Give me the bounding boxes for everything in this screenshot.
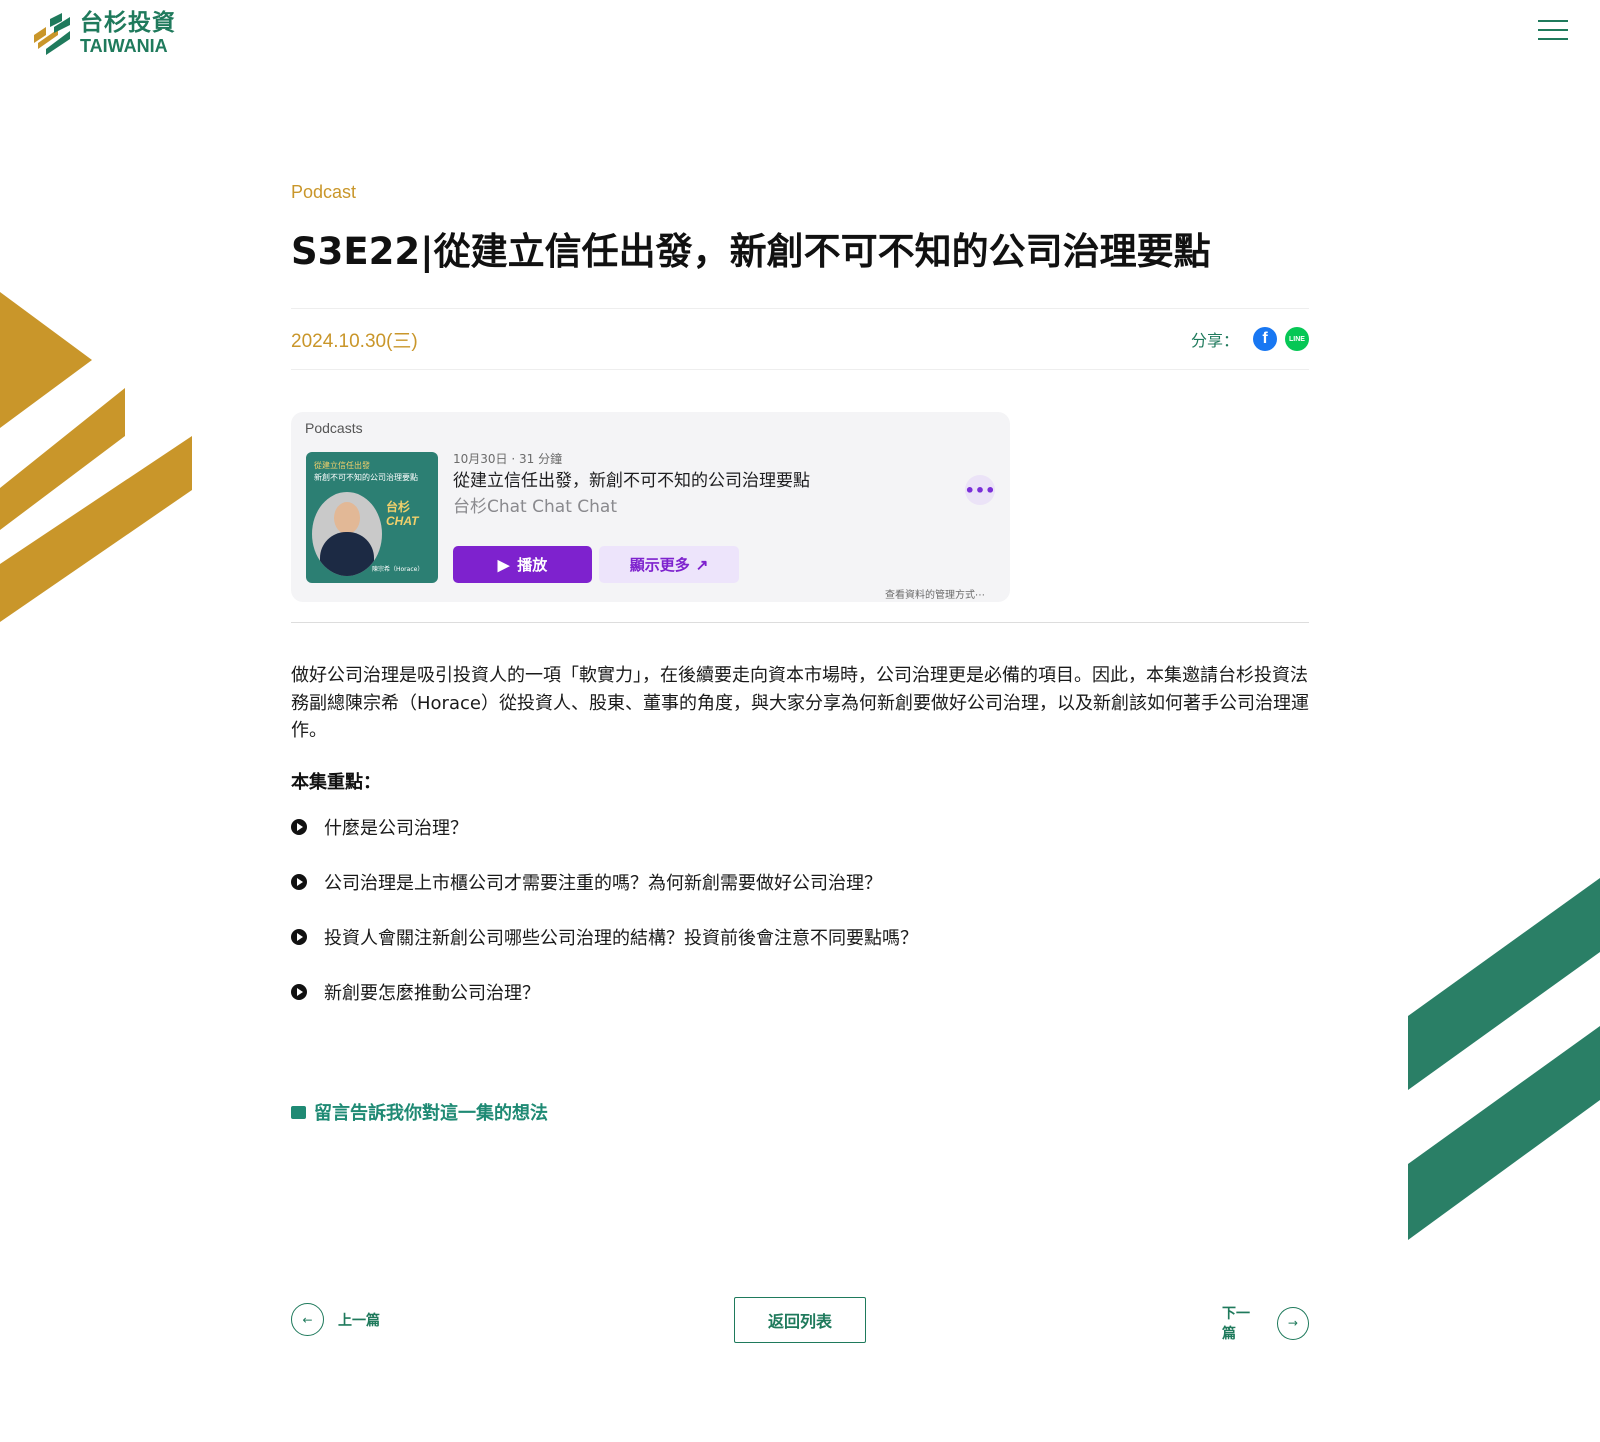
back-to-list-button[interactable]: 返回列表 (734, 1297, 866, 1343)
episode-meta: 10月30日 · 31 分鐘 (453, 452, 563, 466)
external-arrow-icon: ↗ (695, 556, 709, 574)
logo-english-name: TAIWANIA (80, 36, 168, 56)
more-options-icon[interactable]: ••• (965, 475, 995, 505)
article-meta-bar: 2024.10.30(三) 分享： f LINE (291, 308, 1309, 370)
show-more-button[interactable]: 顯示更多 ↗ (599, 546, 739, 583)
episode-cover-art[interactable]: 從建立信任出發 新創不可不知的公司治理要點 台杉 CHAT 陳宗希（Horace… (306, 452, 438, 583)
episode-title[interactable]: 從建立信任出發，新創不可不知的公司治理要點 (453, 466, 810, 491)
podcast-embed: Podcasts 從建立信任出發 新創不可不知的公司治理要點 台杉 CHAT 陳… (291, 412, 1010, 602)
data-management-link[interactable]: 查看資料的管理方式⋯ (885, 586, 985, 601)
play-bullet-icon (291, 984, 307, 1000)
divider (291, 622, 1309, 623)
comment-link[interactable]: 留言告訴我你對這一集的想法 (291, 1099, 548, 1125)
logo-chinese-name: 台杉投資 (80, 10, 176, 36)
publish-date: 2024.10.30(三) (291, 330, 418, 352)
arrow-right-icon: → (1276, 1306, 1309, 1340)
play-bullet-icon (291, 819, 307, 835)
list-item: 公司治理是上市櫃公司才需要注重的嗎？為何新創需要做好公司治理？ (291, 870, 918, 894)
article-category[interactable]: Podcast (291, 182, 356, 203)
page-title: S3E22|從建立信任出發，新創不可不知的公司治理要點 (291, 230, 1211, 273)
play-bullet-icon (291, 874, 307, 890)
apple-podcasts-brand[interactable]: Podcasts (305, 420, 363, 436)
prev-article-link[interactable]: ← 上一篇 (291, 1303, 380, 1336)
decorative-stripes-left (0, 292, 192, 622)
share-bar: 分享： f LINE (1191, 327, 1309, 351)
comment-icon (291, 1100, 306, 1119)
highlights-heading: 本集重點： (291, 772, 381, 793)
show-name[interactable]: 台杉Chat Chat Chat (453, 492, 617, 517)
line-share-icon[interactable]: LINE (1285, 327, 1309, 351)
highlights-list: 什麼是公司治理？ 公司治理是上市櫃公司才需要注重的嗎？為何新創需要做好公司治理？… (291, 815, 918, 1035)
share-label: 分享： (1190, 331, 1239, 350)
play-icon: ▶ (497, 556, 510, 574)
play-button[interactable]: ▶ 播放 (453, 546, 592, 583)
logo-mark-icon (34, 12, 70, 55)
decorative-stripes-right (1408, 878, 1600, 1240)
list-item: 什麼是公司治理？ (291, 815, 918, 839)
hamburger-menu-icon[interactable] (1538, 20, 1568, 44)
facebook-share-icon[interactable]: f (1253, 327, 1277, 351)
list-item: 投資人會關注新創公司哪些公司治理的結構？投資前後會注意不同要點嗎？ (291, 925, 918, 949)
site-logo[interactable]: 台杉投資 TAIWANIA (32, 12, 176, 55)
next-article-link[interactable]: 下一篇 → (1222, 1303, 1309, 1343)
list-item: 新創要怎麼推動公司治理？ (291, 980, 918, 1004)
play-bullet-icon (291, 929, 307, 945)
article-intro: 做好公司治理是吸引投資人的一項「軟實力」，在後續要走向資本市場時，公司治理更是必… (291, 665, 1309, 741)
arrow-left-icon: ← (291, 1303, 324, 1336)
